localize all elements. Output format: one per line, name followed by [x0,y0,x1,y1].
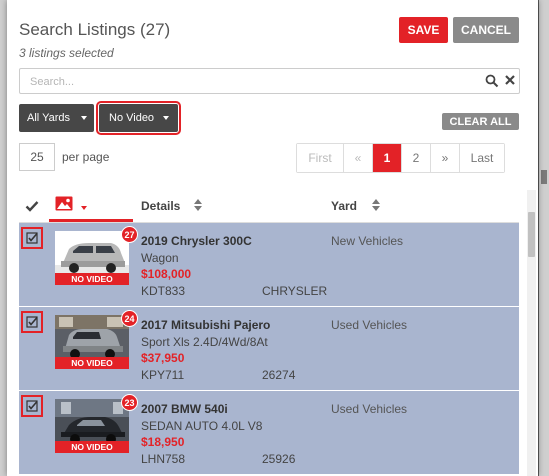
selected-count: 3 listings selected [19,46,114,60]
background-scroll-mark [541,170,547,184]
listing-title: 2019 Chrysler 300C [141,234,252,248]
no-video-label: NO VIDEO [55,357,129,369]
pagination-prev[interactable]: « [344,144,373,172]
listing-yard: New Vehicles [331,234,404,248]
close-icon[interactable] [504,74,516,86]
image-column-active-indicator [49,219,133,222]
row-checkbox[interactable] [21,227,43,249]
background-page-right [539,0,549,476]
no-video-label: NO VIDEO [55,273,129,285]
table-scrollbar[interactable] [527,190,536,476]
column-header-yard[interactable]: Yard [331,199,357,213]
image-icon[interactable] [55,196,73,211]
per-page-input[interactable]: 25 [19,143,55,171]
pagination-next[interactable]: » [431,144,460,172]
pagination-page-1[interactable]: 1 [373,144,402,172]
column-header-details[interactable]: Details [141,199,180,213]
sort-icon[interactable] [372,199,380,211]
no-video-label: NO VIDEO [55,441,129,453]
table-row[interactable]: NO VIDEO 23 2007 BMW 540i SEDAN AUTO 4.0… [19,391,519,475]
table-header: Details Yard [19,190,519,223]
search-input[interactable] [28,73,472,91]
listing-extra: 26274 [262,368,296,382]
modal-title: Search Listings (27) [19,20,171,39]
listing-title: 2017 Mitsubishi Pajero [141,318,271,332]
chevron-down-icon [81,116,87,120]
checkbox-checked-icon [26,316,38,328]
photo-count-badge: 27 [121,226,138,243]
listing-yard: Used Vehicles [331,318,408,332]
listing-extra: 25926 [262,452,296,466]
listing-stock-number: KPY711 [141,368,185,382]
listing-subtitle: Sport Xls 2.4D/4Wd/8At [141,335,268,349]
listing-title: 2007 BMW 540i [141,402,228,416]
row-checkbox[interactable] [21,311,43,333]
checkbox-checked-icon [26,400,38,412]
table-row[interactable]: NO VIDEO 27 2019 Chrysler 300C Wagon $10… [19,223,519,307]
scrollbar-thumb[interactable] [528,212,535,257]
clear-all-button[interactable]: CLEAR ALL [442,113,519,130]
save-button[interactable]: SAVE [399,17,448,43]
search-listings-modal: Search Listings (27) 3 listings selected… [7,0,538,476]
cancel-button[interactable]: CANCEL [453,17,519,43]
vehicle-thumbnail[interactable]: NO VIDEO [55,399,129,453]
checkbox-checked-icon [26,232,38,244]
pagination: First « 1 2 » Last [296,143,505,173]
chevron-down-icon[interactable] [81,206,87,210]
checkmark-icon[interactable] [25,199,39,213]
yards-dropdown[interactable]: All Yards [19,104,94,132]
listing-subtitle: SEDAN AUTO 4.0L V8 [141,419,263,433]
sort-icon[interactable] [194,199,202,211]
row-checkbox[interactable] [21,395,43,417]
listing-price: $37,950 [141,351,185,365]
chevron-down-icon [163,116,169,120]
pagination-first[interactable]: First [297,144,344,172]
per-page-label: per page [62,150,110,164]
search-box [19,68,520,94]
listing-extra: CHRYSLER [262,284,328,298]
pagination-last[interactable]: Last [460,144,504,172]
listing-price: $108,000 [141,267,192,281]
video-dropdown[interactable]: No Video [96,101,181,135]
yards-dropdown-label: All Yards [27,112,71,124]
listing-subtitle: Wagon [141,251,179,265]
pagination-page-2[interactable]: 2 [402,144,431,172]
listing-yard: Used Vehicles [331,402,408,416]
listing-rows: NO VIDEO 27 2019 Chrysler 300C Wagon $10… [19,223,519,475]
video-dropdown-label: No Video [109,112,155,124]
photo-count-badge: 24 [121,310,138,327]
vehicle-thumbnail[interactable]: NO VIDEO [55,315,129,369]
search-icon[interactable] [485,74,499,88]
listing-stock-number: KDT833 [141,284,186,298]
listing-price: $18,950 [141,435,185,449]
photo-count-badge: 23 [121,394,138,411]
listing-stock-number: LHN758 [141,452,186,466]
vehicle-thumbnail[interactable]: NO VIDEO [55,231,129,285]
table-row[interactable]: NO VIDEO 24 2017 Mitsubishi Pajero Sport… [19,307,519,391]
